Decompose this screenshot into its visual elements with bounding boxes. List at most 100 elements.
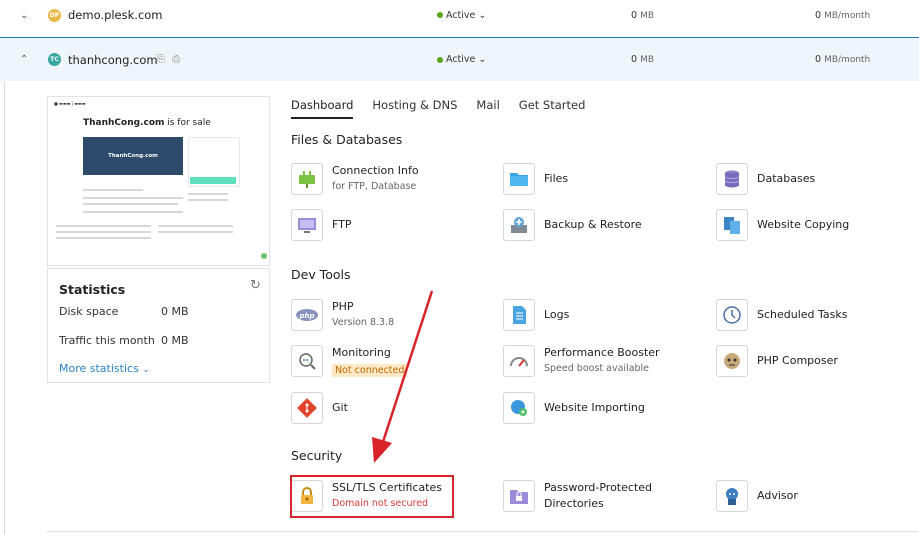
annotation-arrow-icon: [372, 290, 434, 463]
traffic-usage: 0 MB/month: [815, 54, 871, 65]
preview-line: [158, 225, 233, 227]
tool-php-composer[interactable]: PHP Composer: [716, 345, 838, 377]
locked-folder-icon: [503, 480, 535, 512]
preview-line: [83, 211, 183, 213]
refresh-icon[interactable]: ↻: [250, 278, 261, 293]
preview-line: [188, 199, 228, 201]
log-file-icon: [503, 299, 535, 331]
plug-icon: [291, 163, 323, 195]
tool-advisor[interactable]: Advisor: [716, 480, 798, 512]
domain-tabs: Dashboard Hosting & DNS Mail Get Started: [291, 98, 604, 119]
git-icon: [291, 392, 323, 424]
database-icon: [716, 163, 748, 195]
tool-name: Advisor: [757, 489, 798, 502]
preview-line: [158, 231, 233, 233]
tool-website-copying[interactable]: Website Copying: [716, 209, 849, 241]
status-dot-icon: [437, 12, 443, 18]
tool-logs[interactable]: Logs: [503, 299, 569, 331]
tab-mail[interactable]: Mail: [476, 98, 499, 119]
tool-name: Password-Protected Directories: [544, 481, 652, 510]
tool-name: PHP Composer: [757, 354, 838, 367]
domain-avatar: TC: [48, 53, 61, 66]
website-preview[interactable]: ■ ▬▬▬ | ▬▬▬ ThanhCong.com is for sale Th…: [47, 96, 270, 266]
composer-icon: [716, 345, 748, 377]
chevron-down-icon: ⌄: [142, 365, 150, 375]
preview-header: ■ ▬▬▬ | ▬▬▬: [54, 101, 86, 106]
domain-name[interactable]: demo.plesk.com: [68, 8, 163, 22]
tool-name: Performance Booster: [544, 346, 660, 359]
domain-row-demo[interactable]: ⌄ DP demo.plesk.com Active ⌄ 0 MB 0 MB/m…: [0, 0, 919, 30]
status-dot-icon: [437, 56, 443, 63]
tool-website-importing[interactable]: Website Importing: [503, 392, 645, 424]
preview-line: [83, 189, 143, 191]
chevron-down-icon[interactable]: ⌄: [20, 10, 32, 21]
tool-performance-booster[interactable]: Performance Booster Speed boost available: [503, 345, 660, 377]
tool-connection-info[interactable]: Connection Info for FTP, Database: [291, 163, 419, 195]
disk-usage: 0 MB: [631, 9, 655, 21]
section-dev-tools: Dev Tools: [291, 267, 351, 282]
copy-icon: [716, 209, 748, 241]
tool-subtitle: for FTP, Database: [332, 181, 417, 192]
tool-name: Logs: [544, 308, 570, 321]
php-icon: php: [291, 299, 323, 331]
statistics-title: Statistics: [59, 282, 126, 297]
clock-icon: [716, 299, 748, 331]
section-files-databases: Files & Databases: [291, 132, 403, 147]
traffic-value: 0 MB: [161, 334, 189, 347]
ftp-icon: [291, 209, 323, 241]
more-statistics-link[interactable]: More statistics ⌄: [59, 362, 150, 375]
tool-name: Databases: [757, 172, 816, 185]
tool-name: Files: [544, 172, 569, 185]
traffic-usage: 0 MB/month: [815, 9, 871, 21]
domain-row-thanhcong[interactable]: ⌃ TC thanhcong.com ⎘ ⎙ Active ⌄ 0 MB 0 M…: [0, 37, 919, 81]
tab-dashboard[interactable]: Dashboard: [291, 98, 354, 119]
tool-subtitle: Speed boost available: [544, 363, 650, 374]
disk-space-value: 0 MB: [161, 305, 189, 318]
tool-name: Connection Info: [332, 164, 419, 177]
tool-scheduled-tasks[interactable]: Scheduled Tasks: [716, 299, 848, 331]
folder-icon: [503, 163, 535, 195]
tool-name: Backup & Restore: [544, 218, 642, 231]
globe-import-icon: [503, 392, 535, 424]
tool-git[interactable]: Git: [291, 392, 348, 424]
divider: [47, 531, 919, 532]
tool-name: FTP: [332, 218, 352, 231]
ssl-highlight-box: [290, 475, 454, 518]
section-security: Security: [291, 448, 343, 463]
tool-databases[interactable]: Databases: [716, 163, 815, 195]
monitoring-icon: [291, 345, 323, 377]
disk-space-label: Disk space: [59, 305, 119, 318]
advisor-icon: [716, 480, 748, 512]
svg-text:php: php: [298, 312, 314, 320]
tool-name: Website Importing: [544, 401, 645, 414]
preview-banner: ThanhCong.com: [83, 137, 183, 175]
tab-get-started[interactable]: Get Started: [519, 98, 586, 119]
tool-files[interactable]: Files: [503, 163, 568, 195]
traffic-label: Traffic this month: [59, 334, 155, 347]
domain-action-icons[interactable]: ⎘ ⎙: [157, 54, 182, 65]
preview-button: [190, 177, 236, 184]
preview-line: [56, 231, 151, 233]
preview-status-icon: [261, 253, 267, 259]
tool-name: Git: [332, 401, 348, 414]
tool-password-protected-directories[interactable]: Password-Protected Directories: [503, 480, 664, 512]
preview-title: ThanhCong.com is for sale: [83, 118, 211, 128]
disk-usage: 0 MB: [631, 54, 655, 65]
status-badge[interactable]: Active ⌄: [437, 10, 486, 21]
domain-name[interactable]: thanhcong.com: [68, 53, 158, 67]
domain-avatar: DP: [48, 8, 61, 22]
backup-icon: [503, 209, 535, 241]
preview-line: [83, 197, 183, 199]
status-badge[interactable]: Active ⌄: [437, 54, 486, 65]
tool-name: Website Copying: [757, 218, 850, 231]
statistics-card: Statistics ↻ Disk space 0 MB Traffic thi…: [47, 268, 270, 383]
tab-hosting-dns[interactable]: Hosting & DNS: [372, 98, 457, 119]
tool-backup-restore[interactable]: Backup & Restore: [503, 209, 642, 241]
chevron-up-icon[interactable]: ⌃: [20, 54, 32, 65]
panel-border: [4, 82, 5, 535]
tool-ftp[interactable]: FTP: [291, 209, 352, 241]
preview-line: [188, 193, 228, 195]
tool-name: Scheduled Tasks: [757, 308, 848, 321]
preview-line: [56, 237, 151, 239]
speedometer-icon: [503, 345, 535, 377]
